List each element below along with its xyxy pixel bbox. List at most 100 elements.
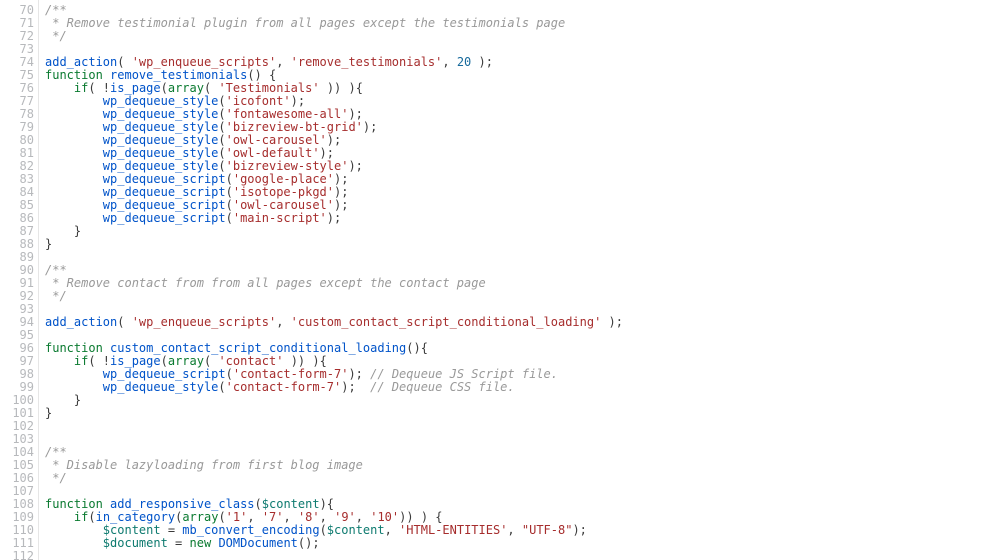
token-fn: add_responsive_class bbox=[110, 497, 255, 511]
token-fn: wp_dequeue_style bbox=[103, 133, 219, 147]
token-op: ( bbox=[226, 185, 233, 199]
token-vr: $document bbox=[103, 536, 168, 550]
code-line[interactable] bbox=[45, 251, 1000, 264]
token-op: ( bbox=[218, 120, 225, 134]
token-st: 'owl-default' bbox=[226, 146, 320, 160]
token-op bbox=[45, 107, 103, 121]
token-kw: new bbox=[190, 536, 212, 550]
token-st: '7' bbox=[262, 510, 284, 524]
token-cm: */ bbox=[45, 471, 67, 485]
token-op: , bbox=[507, 523, 521, 537]
token-fn: wp_dequeue_style bbox=[103, 159, 219, 173]
code-line[interactable]: */ bbox=[45, 472, 1000, 485]
token-op bbox=[45, 510, 74, 524]
code-line[interactable]: } bbox=[45, 225, 1000, 238]
token-op: } bbox=[45, 224, 81, 238]
token-vr: $content bbox=[327, 523, 385, 537]
code-line[interactable]: } bbox=[45, 394, 1000, 407]
token-op: ( bbox=[218, 510, 225, 524]
token-op: ( bbox=[204, 354, 218, 368]
token-op: (); bbox=[298, 536, 320, 550]
token-kw: if bbox=[74, 510, 88, 524]
token-cm: // Dequeue JS Script file. bbox=[370, 367, 558, 381]
token-fn: wp_dequeue_script bbox=[103, 172, 226, 186]
token-kw: if bbox=[74, 81, 88, 95]
token-op bbox=[45, 120, 103, 134]
code-line[interactable]: * Disable lazyloading from first blog im… bbox=[45, 459, 1000, 472]
code-line[interactable]: $document = new DOMDocument(); bbox=[45, 537, 1000, 550]
token-op: } bbox=[45, 237, 52, 251]
token-op: ( bbox=[161, 81, 168, 95]
token-st: '9' bbox=[334, 510, 356, 524]
token-op: ){ bbox=[320, 497, 334, 511]
token-op bbox=[103, 497, 110, 511]
token-op: , bbox=[385, 523, 399, 537]
token-cm: /** bbox=[45, 3, 67, 17]
token-op: , bbox=[320, 510, 334, 524]
token-st: 'custom_contact_script_conditional_loadi… bbox=[291, 315, 602, 329]
token-cm: */ bbox=[45, 29, 67, 43]
token-st: '8' bbox=[298, 510, 320, 524]
token-op: ( bbox=[218, 146, 225, 160]
code-line[interactable]: wp_dequeue_script('main-script'); bbox=[45, 212, 1000, 225]
token-fn: is_page bbox=[110, 354, 161, 368]
token-op: , bbox=[276, 55, 290, 69]
token-cm: /** bbox=[45, 445, 67, 459]
token-st: 'bizreview-style' bbox=[226, 159, 349, 173]
code-area[interactable]: /** * Remove testimonial plugin from all… bbox=[39, 0, 1000, 560]
token-st: 'contact-form-7' bbox=[233, 367, 349, 381]
token-op: ( bbox=[117, 55, 131, 69]
token-kw: array bbox=[182, 510, 218, 524]
token-op bbox=[45, 198, 103, 212]
token-fn: wp_dequeue_script bbox=[103, 198, 226, 212]
token-op bbox=[45, 367, 103, 381]
code-line[interactable]: } bbox=[45, 238, 1000, 251]
code-line[interactable]: * Remove testimonial plugin from all pag… bbox=[45, 17, 1000, 30]
token-op: = bbox=[168, 536, 190, 550]
token-op: ); bbox=[601, 315, 623, 329]
token-op bbox=[45, 211, 103, 225]
token-op: ( bbox=[161, 354, 168, 368]
token-st: 'HTML-ENTITIES' bbox=[399, 523, 507, 537]
token-op: ); bbox=[334, 172, 348, 186]
code-line[interactable]: } bbox=[45, 407, 1000, 420]
code-line[interactable]: add_action( 'wp_enqueue_scripts', 'custo… bbox=[45, 316, 1000, 329]
token-st: 'bizreview-bt-grid' bbox=[226, 120, 363, 134]
token-op: ); bbox=[327, 211, 341, 225]
code-line[interactable]: * Remove contact from from all pages exc… bbox=[45, 277, 1000, 290]
token-kw: array bbox=[168, 354, 204, 368]
token-op bbox=[45, 536, 103, 550]
code-line[interactable]: */ bbox=[45, 30, 1000, 43]
token-kw: function bbox=[45, 341, 103, 355]
code-line[interactable] bbox=[45, 420, 1000, 433]
token-fn: wp_dequeue_style bbox=[103, 107, 219, 121]
token-fn: in_category bbox=[96, 510, 175, 524]
token-st: '10' bbox=[370, 510, 399, 524]
token-op: ( bbox=[204, 81, 218, 95]
code-editor[interactable]: 7071727374757677787980818283848586878889… bbox=[0, 0, 1000, 560]
token-st: "UTF-8" bbox=[522, 523, 573, 537]
token-op: , bbox=[247, 510, 261, 524]
token-cm: * Remove testimonial plugin from all pag… bbox=[45, 16, 565, 30]
token-op: ( bbox=[320, 523, 327, 537]
token-op bbox=[103, 341, 110, 355]
token-op bbox=[103, 68, 110, 82]
token-fn: add_action bbox=[45, 55, 117, 69]
token-cm: * Remove contact from from all pages exc… bbox=[45, 276, 486, 290]
token-op: ( bbox=[226, 211, 233, 225]
token-kw: if bbox=[74, 354, 88, 368]
code-line[interactable] bbox=[45, 433, 1000, 446]
token-op: ( bbox=[226, 172, 233, 186]
token-op: ); bbox=[334, 198, 348, 212]
code-line[interactable]: wp_dequeue_style('contact-form-7'); // D… bbox=[45, 381, 1000, 394]
token-op: ); bbox=[291, 94, 305, 108]
token-op: ( bbox=[117, 315, 131, 329]
token-st: 'Testimonials' bbox=[218, 81, 319, 95]
token-st: 'wp_enqueue_scripts' bbox=[132, 55, 277, 69]
code-line[interactable]: */ bbox=[45, 290, 1000, 303]
token-op: ( bbox=[218, 94, 225, 108]
token-op: ( bbox=[218, 380, 225, 394]
token-op: ( ! bbox=[88, 354, 110, 368]
token-fn: DOMDocument bbox=[218, 536, 297, 550]
token-op bbox=[45, 133, 103, 147]
